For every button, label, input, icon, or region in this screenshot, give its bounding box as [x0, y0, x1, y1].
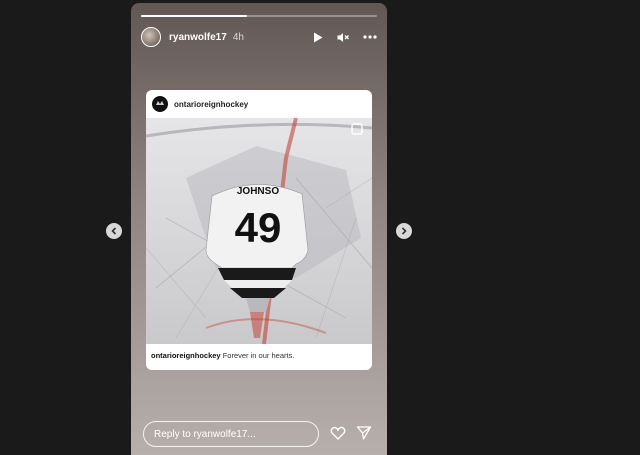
heart-icon [330, 426, 346, 440]
reply-input[interactable]: Reply to ryanwolfe17... [143, 421, 319, 447]
post-account-avatar [152, 96, 168, 112]
play-icon [314, 32, 323, 42]
shared-post-header: ontarioreignhockey [146, 90, 372, 118]
mute-button[interactable] [337, 32, 349, 43]
share-button[interactable] [356, 425, 372, 446]
jersey-number: 49 [235, 204, 282, 251]
post-caption: ontarioreignhockey Forever in our hearts… [151, 351, 294, 360]
jersey-on-ice-photo: JOHNSO 49 [146, 118, 372, 344]
story-timestamp: 4h [232, 31, 244, 43]
story-header: ryanwolfe17 4h [141, 25, 377, 49]
next-story-button[interactable] [396, 223, 412, 239]
jersey-name: JOHNSO [237, 186, 279, 197]
chevron-right-icon [401, 227, 407, 235]
more-options-icon [363, 35, 377, 39]
previous-story-button[interactable] [106, 223, 122, 239]
post-image: JOHNSO 49 [146, 118, 372, 344]
shared-post-card[interactable]: ontarioreignhockey JOHNSO 49 ontarioreig… [146, 90, 372, 370]
more-options-button[interactable] [363, 35, 377, 39]
caption-text: Forever in our hearts. [222, 351, 295, 360]
caption-username[interactable]: ontarioreignhockey [151, 351, 221, 360]
speaker-muted-icon [337, 32, 349, 42]
chevron-left-icon [111, 227, 117, 235]
story-controls [313, 32, 377, 43]
post-account-name[interactable]: ontarioreignhockey [174, 100, 248, 109]
story-username[interactable]: ryanwolfe17 [169, 32, 227, 43]
story-viewer: ryanwolfe17 4h ontarioreignhockey JOHNSO… [131, 3, 387, 455]
play-button[interactable] [313, 32, 323, 43]
like-button[interactable] [330, 425, 346, 446]
send-icon [356, 426, 372, 440]
avatar[interactable] [141, 27, 161, 47]
reply-placeholder: Reply to ryanwolfe17... [154, 428, 256, 440]
team-logo-icon [156, 101, 164, 105]
story-progress-bar [141, 15, 377, 17]
story-progress-fill [141, 15, 248, 17]
